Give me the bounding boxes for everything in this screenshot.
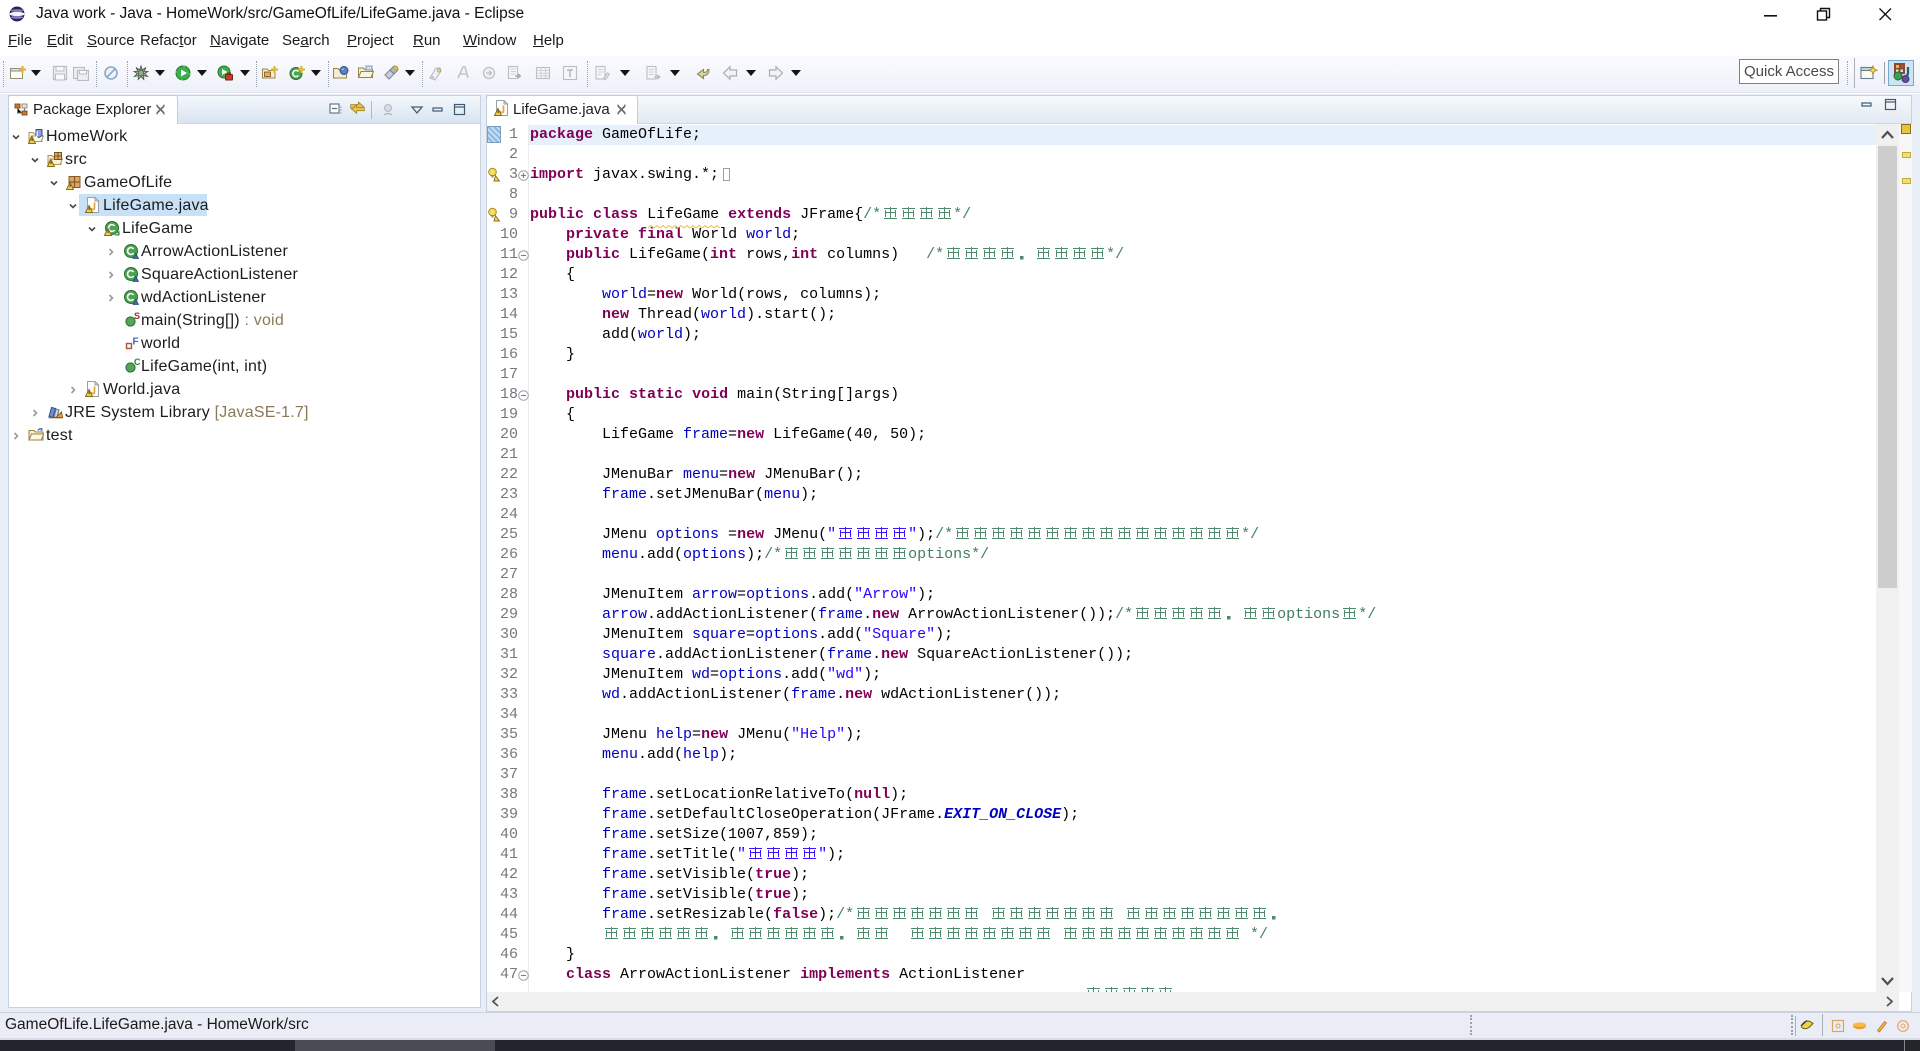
svg-text:F: F [133,337,139,348]
svg-text:S: S [134,312,140,321]
svg-text:C: C [134,358,141,367]
